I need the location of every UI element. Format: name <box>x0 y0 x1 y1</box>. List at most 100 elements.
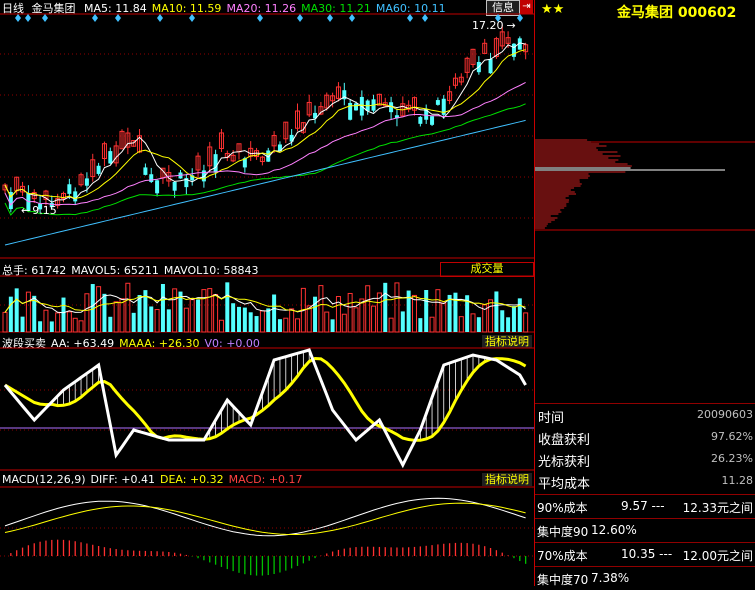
side-row-label: 时间 <box>538 411 565 426</box>
signal-diamond <box>25 14 31 22</box>
volume-bar-up <box>55 312 61 333</box>
volume-bar-up <box>324 311 330 333</box>
candle-body-down <box>73 191 78 202</box>
chip-distribution <box>535 139 755 231</box>
volume-bar-up <box>353 307 359 333</box>
signal-diamond <box>42 14 48 22</box>
volume-bar-up <box>347 292 353 333</box>
side-row-value: 20090603 <box>697 408 753 421</box>
volume-bar-down <box>20 316 25 332</box>
volume-bar-up <box>318 285 324 333</box>
volume-bar-up <box>365 285 371 333</box>
macd-bars <box>10 539 527 576</box>
volume-bar-up <box>66 311 72 333</box>
signal-diamond <box>257 14 263 22</box>
cost-row-range: 12.00元之间 <box>682 549 753 563</box>
volume-bar-down <box>225 282 230 332</box>
cost-row: 90%成本 9.57 --- 12.33元之间 <box>535 494 755 518</box>
candle-body-down <box>143 167 148 175</box>
chart-area[interactable]: 日线 金马集团 MA5: 11.84 MA10: 11.59 MA20: 11.26… <box>0 0 534 586</box>
volume-bar-down <box>160 284 165 332</box>
volume-bar-down <box>237 306 241 332</box>
volume-bar-up <box>113 301 119 333</box>
volume-bar-up <box>25 291 31 333</box>
volume-bar-down <box>102 293 107 332</box>
side-stats: 时间 20090603 收盘获利 97.62% 光标获利 26.23% 平均成本 11.28 <box>535 403 755 492</box>
candle-body-down <box>354 103 358 111</box>
cost-row-label: 集中度70 <box>537 573 589 587</box>
side-panel: ★★ 金马集团 000602 时间 20090603 收盘获利 97.62% 光标获利 2… <box>535 0 755 587</box>
dea-line <box>4 502 526 535</box>
volume-bar-up <box>207 288 213 333</box>
candle-body-down <box>155 180 160 194</box>
volume-bar-down <box>266 308 271 332</box>
candle-body-down <box>67 184 72 194</box>
volume-bar-down <box>400 311 405 332</box>
volume-bar-down <box>166 309 171 332</box>
volume-bar-up <box>96 286 102 333</box>
signal-diamond <box>327 14 333 22</box>
signal-diamond <box>517 14 523 22</box>
side-row-value: 11.28 <box>721 474 754 487</box>
volume-bar-down <box>131 312 136 332</box>
low-price-marker: ← 9.15 <box>21 204 57 217</box>
candle-body-down <box>172 181 177 191</box>
signal-diamond <box>157 14 163 22</box>
cost-row: 集中度90 12.60% <box>535 518 755 542</box>
volume-bar-up <box>488 299 494 333</box>
cost-row-label: 集中度90 <box>537 525 589 539</box>
cost-row-value: 9.57 --- <box>621 499 665 513</box>
cost-row-label: 90%成本 <box>537 501 588 515</box>
volume-bar-down <box>494 291 499 332</box>
volume-bar-up <box>341 313 347 333</box>
volume-bar-up <box>289 308 295 333</box>
volume-bar-up <box>388 317 394 333</box>
volume-bar-down <box>108 316 113 332</box>
cost-row-value: 12.60% <box>591 523 637 537</box>
volume-bar-down <box>61 297 66 332</box>
side-row: 收盘获利 97.62% <box>535 426 755 448</box>
volume-bar-up <box>435 289 441 333</box>
volume-bar-up <box>84 293 90 333</box>
side-cost-stats: 90%成本 9.57 --- 12.33元之间 集中度90 12.60% 70%成本 10.… <box>535 494 755 590</box>
cost-row-value: 7.38% <box>591 571 630 585</box>
volume-bar-down <box>196 299 201 332</box>
volume-bar-up <box>183 307 189 333</box>
volume-bar-up <box>295 318 300 333</box>
volume-bar-down <box>277 319 282 332</box>
volume-bar-down <box>453 292 458 332</box>
volume-bar-down <box>14 288 19 332</box>
volume-bar-down <box>242 307 247 332</box>
volume-bar-up <box>523 312 529 333</box>
cost-row-value: 10.35 --- <box>621 547 673 561</box>
cost-row-range: 12.33元之间 <box>682 501 753 515</box>
candle-body-down <box>435 100 440 105</box>
signal-diamond <box>297 14 303 22</box>
signal-diamond <box>115 14 121 22</box>
cost-row: 集中度70 7.38% <box>535 566 755 590</box>
volume-bar-down <box>424 290 429 332</box>
high-price-marker: 17.20 → <box>472 19 516 32</box>
volume-bar-up <box>72 317 78 333</box>
chart-canvas <box>0 13 534 576</box>
candle-body-down <box>108 151 113 164</box>
volume-bar-up <box>429 316 435 333</box>
candle-body-down <box>418 116 423 124</box>
volume-bar-down <box>383 282 388 332</box>
side-row-label: 收盘获利 <box>538 433 591 448</box>
ma30-line <box>4 103 526 216</box>
volume-bar-up <box>2 311 8 333</box>
volume-bar-down <box>137 295 142 332</box>
volume-bar-up <box>172 288 178 333</box>
volume-bar-up <box>412 294 417 333</box>
candle-body-down <box>96 165 101 174</box>
side-row-label: 光标获利 <box>538 455 591 470</box>
volume-bar-up <box>394 282 400 333</box>
candle-body-down <box>84 178 89 186</box>
volume-bar-up <box>306 305 312 333</box>
side-row: 时间 20090603 <box>535 404 755 426</box>
volume-bar-down <box>272 294 277 332</box>
volume-bar-up <box>43 309 49 333</box>
volume-bar-down <box>517 298 522 332</box>
side-row: 光标获利 26.23% <box>535 448 755 470</box>
